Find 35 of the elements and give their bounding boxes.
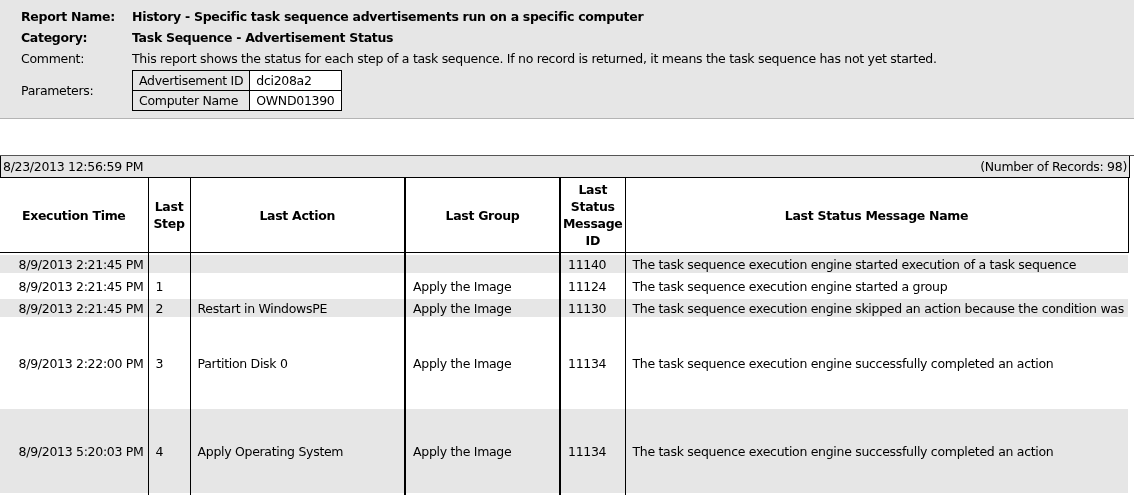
field-value: History - Specific task sequence advertisements run on a specific computer: [132, 8, 644, 26]
field-label: Parameters:: [21, 82, 95, 100]
column-header: Last Status Message Name: [625, 178, 1128, 253]
table-cell: 11134: [560, 407, 625, 495]
parameter-name: Advertisement ID: [132, 70, 250, 91]
table-cell: 11130: [560, 297, 625, 319]
table-cell: The task sequence execution engine successfully completed an action: [625, 319, 1128, 407]
column-header: Last Step: [148, 178, 190, 253]
field-label: Category:: [21, 29, 89, 47]
table-cell: Apply Operating System: [190, 407, 405, 495]
table-cell: The task sequence execution engine started a group: [625, 275, 1128, 297]
table-cell: 4: [148, 407, 190, 495]
field-label: Report Name:: [21, 8, 116, 26]
column-header: Execution Time: [0, 178, 148, 253]
table-cell: 2: [148, 297, 190, 319]
parameter-name: Computer Name: [132, 90, 250, 111]
table-cell: Apply the Image: [405, 407, 560, 495]
column-header: Last Action: [190, 178, 405, 253]
table-cell: 8/9/2013 2:21:45 PM: [0, 297, 148, 319]
field-value: This report shows the status for each step of a task sequence. If no record is returned, it means the task sequence has not yet started.: [132, 50, 937, 68]
record-count: (Number of Records: 98): [980, 158, 1127, 175]
parameter-value: OWND01390: [249, 90, 341, 111]
table-cell: The task sequence execution engine started execution of a task sequence: [625, 252, 1128, 275]
parameter-value: dci208a2: [249, 70, 341, 91]
table-cell: 8/9/2013 5:20:03 PM: [0, 407, 148, 495]
run-time: 8/23/2013 12:56:59 PM: [3, 158, 144, 175]
field-value: Task Sequence - Advertisement Status: [132, 29, 394, 47]
table-cell: The task sequence execution engine skipped an action because the condition was: [625, 297, 1128, 319]
field-label: Comment:: [21, 50, 86, 68]
table-cell: 8/9/2013 2:21:45 PM: [0, 252, 148, 275]
table-cell: Restart in WindowsPE: [190, 297, 405, 319]
column-header: Last Group: [405, 178, 560, 253]
table-cell: The task sequence execution engine successfully completed an action: [625, 407, 1128, 495]
column-header: Last Status Message ID: [560, 178, 625, 253]
table-cell: Apply the Image: [405, 297, 560, 319]
